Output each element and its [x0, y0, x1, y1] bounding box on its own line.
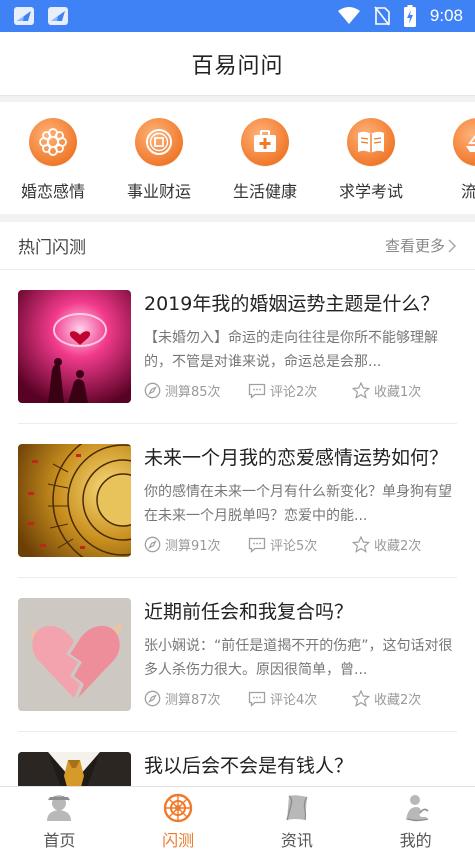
comment-count-text: 评论5次 [270, 539, 318, 554]
star-icon [352, 536, 370, 553]
page-title: 百易问问 [191, 53, 284, 79]
article-meta: 测算85次 评论2次 收藏1次 [144, 381, 457, 400]
article-description: 你的感情在未来一个月有什么新变化？单身狗有望在未来一个月脱单吗？恋爱中的能... [144, 484, 452, 524]
list-item[interactable]: 我以后会不会是有钱人？ [18, 732, 457, 786]
comment-icon [248, 537, 266, 553]
test-count-text: 测算91次 [165, 539, 221, 554]
view-more-label: 查看更多 [384, 237, 445, 255]
section-title: 热门闪测 [18, 238, 86, 258]
category-career-wealth[interactable]: 事业财运 [106, 102, 212, 214]
comment-count-text: 评论2次 [270, 385, 318, 400]
comment-count[interactable]: 评论5次 [248, 535, 352, 554]
category-life-health[interactable]: 生活健康 [212, 102, 318, 214]
status-bar: 9:08 [0, 0, 475, 32]
medical-kit-icon [241, 118, 289, 166]
book-icon [347, 118, 395, 166]
wifi-icon [337, 7, 360, 24]
nav-label: 资讯 [280, 831, 313, 849]
test-count: 测算87次 [144, 689, 248, 708]
favorite-count-text: 收藏2次 [374, 539, 422, 554]
bottom-nav: 首页 闪测 资讯 我的 [0, 786, 475, 849]
category-study-exam[interactable]: 求学考试 [318, 102, 424, 214]
favorite-count[interactable]: 收藏2次 [352, 535, 421, 554]
article-thumbnail [18, 598, 131, 711]
app-header: 百易问问 [0, 32, 475, 96]
category-strip[interactable]: 婚恋感情 事业财运 生活健康 求学考试 流 [0, 102, 475, 214]
article-description: 张小娴说：“前任是道揭不开的伤疤”，这句话对很多人杀伤力很大。原因很简单，曾..… [144, 638, 453, 678]
home-avatar-icon [43, 793, 75, 823]
category-label: 婚恋感情 [20, 182, 85, 201]
article-list[interactable]: 2019年我的婚姻运势主题是什么？ 【未婚勿入】命运的走向往往是你所不能够理解的… [0, 270, 475, 786]
test-count-text: 测算85次 [165, 385, 221, 400]
article-meta: 测算87次 评论4次 收藏2次 [144, 689, 457, 708]
compass-icon [144, 382, 161, 399]
category-label: 流年 [460, 182, 475, 201]
nav-label: 首页 [43, 831, 76, 849]
flower-emblem-icon [29, 118, 77, 166]
article-thumbnail [18, 752, 131, 786]
test-count: 测算91次 [144, 535, 248, 554]
star-icon [352, 690, 370, 707]
battery-charging-icon [403, 5, 416, 27]
no-sim-icon [374, 6, 390, 26]
test-count: 测算85次 [144, 381, 248, 400]
star-icon [352, 382, 370, 399]
favorite-count-text: 收藏2次 [374, 693, 422, 708]
favorite-count[interactable]: 收藏1次 [352, 381, 421, 400]
coin-icon [135, 118, 183, 166]
comment-count-text: 评论4次 [270, 693, 318, 708]
profile-icon [400, 793, 432, 823]
article-meta: 测算91次 评论5次 收藏2次 [144, 535, 457, 554]
test-count-text: 测算87次 [165, 693, 221, 708]
hot-section-header: 热门闪测 查看更多 [0, 222, 475, 270]
comment-count[interactable]: 评论2次 [248, 381, 352, 400]
comment-count[interactable]: 评论4次 [248, 689, 352, 708]
category-marriage-love[interactable]: 婚恋感情 [0, 102, 106, 214]
category-label: 求学考试 [338, 182, 403, 201]
ship-icon [453, 118, 475, 166]
status-time: 9:08 [429, 6, 463, 25]
article-thumbnail [18, 290, 131, 403]
category-yearly-fortune[interactable]: 流年 [424, 102, 475, 214]
app-notification-icon [14, 7, 34, 25]
article-title: 未来一个月我的恋爱感情运势如何？ [144, 447, 449, 469]
article-title: 2019年我的婚姻运势主题是什么？ [144, 293, 440, 315]
favorite-count[interactable]: 收藏2次 [352, 689, 421, 708]
nav-home[interactable]: 首页 [0, 787, 119, 849]
comment-icon [248, 691, 266, 707]
category-label: 生活健康 [232, 182, 297, 201]
compass-icon [144, 690, 161, 707]
news-icon [281, 793, 313, 823]
nav-label: 我的 [399, 831, 432, 849]
article-thumbnail [18, 444, 131, 557]
chevron-right-icon [448, 238, 457, 253]
nav-news[interactable]: 资讯 [238, 787, 357, 849]
nav-label: 闪测 [162, 831, 195, 849]
comment-icon [248, 383, 266, 399]
article-description: 【未婚勿入】命运的走向往往是你所不能够理解的，不管是对谁来说，命运总是会那... [144, 330, 438, 370]
article-title: 我以后会不会是有钱人？ [144, 755, 354, 777]
list-item[interactable]: 近期前任会和我复合吗？ 张小娴说：“前任是道揭不开的伤疤”，这句话对很多人杀伤力… [18, 578, 457, 732]
nav-flash-test[interactable]: 闪测 [119, 787, 238, 849]
flash-test-icon [162, 793, 194, 823]
app-notification-icon [48, 7, 68, 25]
compass-icon [144, 536, 161, 553]
nav-profile[interactable]: 我的 [356, 787, 475, 849]
list-item[interactable]: 2019年我的婚姻运势主题是什么？ 【未婚勿入】命运的走向往往是你所不能够理解的… [18, 270, 457, 424]
favorite-count-text: 收藏1次 [374, 385, 422, 400]
list-item[interactable]: 未来一个月我的恋爱感情运势如何？ 你的感情在未来一个月有什么新变化？单身狗有望在… [18, 424, 457, 578]
article-title: 近期前任会和我复合吗？ [144, 601, 354, 623]
view-more-link[interactable]: 查看更多 [385, 235, 457, 256]
category-label: 事业财运 [126, 182, 191, 201]
